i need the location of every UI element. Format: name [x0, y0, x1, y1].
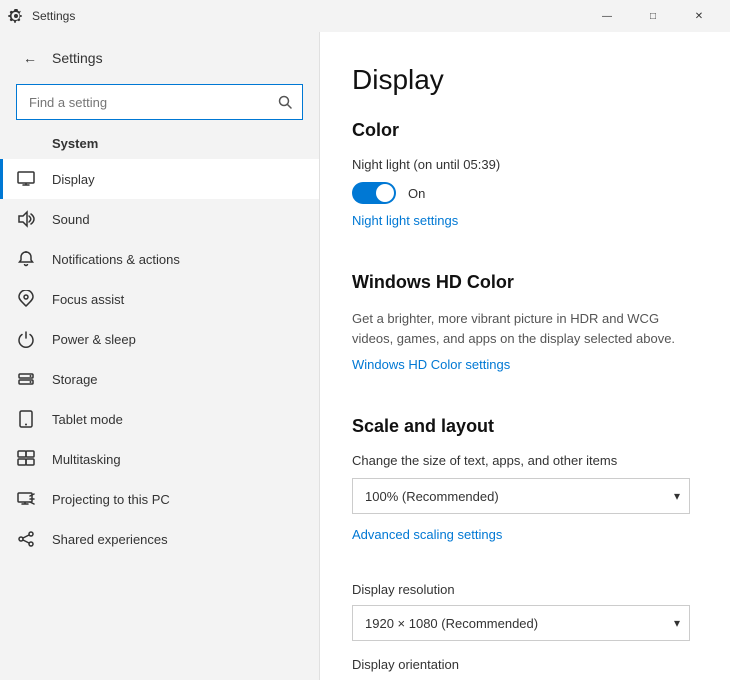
minimize-button[interactable]: — [584, 0, 630, 32]
notifications-icon [16, 249, 36, 269]
search-input[interactable] [16, 84, 303, 120]
advanced-scaling-link[interactable]: Advanced scaling settings [352, 527, 502, 542]
scale-section: Scale and layout Change the size of text… [352, 416, 690, 672]
hd-color-section: Windows HD Color Get a brighter, more vi… [352, 272, 690, 396]
scale-dropdown-container: 100% (Recommended) 125% 150% 175% ▾ [352, 478, 690, 514]
sidebar-item-display[interactable]: Display [0, 159, 319, 199]
sidebar-item-storage[interactable]: Storage [0, 359, 319, 399]
sidebar-item-tablet[interactable]: Tablet mode [0, 399, 319, 439]
sidebar: ← Settings System [0, 32, 320, 680]
storage-icon [16, 369, 36, 389]
sidebar-item-focus[interactable]: Focus assist [0, 279, 319, 319]
night-light-toggle[interactable] [352, 182, 396, 204]
resolution-label: Display resolution [352, 582, 690, 597]
titlebar-left: Settings [8, 8, 75, 24]
maximize-button[interactable]: □ [630, 0, 676, 32]
settings-app-icon [8, 8, 24, 24]
scale-section-title: Scale and layout [352, 416, 690, 437]
resolution-dropdown[interactable]: 1920 × 1080 (Recommended) 1280 × 720 102… [352, 605, 690, 641]
projecting-icon [16, 489, 36, 509]
power-icon [16, 329, 36, 349]
night-light-toggle-label: On [408, 186, 425, 201]
resolution-dropdown-container: 1920 × 1080 (Recommended) 1280 × 720 102… [352, 605, 690, 641]
sidebar-item-storage-label: Storage [52, 372, 98, 387]
sidebar-item-shared[interactable]: Shared experiences [0, 519, 319, 559]
sidebar-app-title: Settings [52, 50, 103, 66]
close-button[interactable]: ✕ [676, 0, 722, 32]
night-light-settings-link[interactable]: Night light settings [352, 213, 458, 228]
tablet-icon [16, 409, 36, 429]
search-button[interactable] [267, 84, 303, 120]
sidebar-item-focus-label: Focus assist [52, 292, 124, 307]
search-box [16, 84, 303, 120]
focus-icon [16, 289, 36, 309]
app-container: ← Settings System [0, 32, 730, 680]
search-icon [278, 95, 292, 109]
sidebar-item-projecting[interactable]: Projecting to this PC [0, 479, 319, 519]
sidebar-item-notifications-label: Notifications & actions [52, 252, 180, 267]
page-title: Display [352, 64, 690, 96]
sidebar-header: ← Settings [0, 32, 319, 80]
titlebar-title: Settings [32, 9, 75, 23]
shared-icon [16, 529, 36, 549]
content-area: Display Color Night light (on until 05:3… [320, 32, 730, 680]
sidebar-item-display-label: Display [52, 172, 95, 187]
sidebar-item-notifications[interactable]: Notifications & actions [0, 239, 319, 279]
content-wrapper: Display Color Night light (on until 05:3… [320, 32, 730, 680]
system-label: System [0, 132, 319, 159]
multitasking-icon [16, 449, 36, 469]
orientation-label: Display orientation [352, 657, 690, 672]
titlebar: Settings — □ ✕ [0, 0, 730, 32]
hd-color-description: Get a brighter, more vibrant picture in … [352, 309, 690, 348]
sound-icon [16, 209, 36, 229]
sidebar-item-power[interactable]: Power & sleep [0, 319, 319, 359]
sidebar-item-shared-label: Shared experiences [52, 532, 168, 547]
hd-color-title: Windows HD Color [352, 272, 690, 293]
sidebar-item-tablet-label: Tablet mode [52, 412, 123, 427]
sidebar-item-projecting-label: Projecting to this PC [52, 492, 170, 507]
night-light-label: Night light (on until 05:39) [352, 157, 690, 172]
sidebar-item-multitasking-label: Multitasking [52, 452, 121, 467]
titlebar-controls: — □ ✕ [584, 0, 722, 32]
color-section: Color Night light (on until 05:39) On Ni… [352, 120, 690, 252]
sidebar-item-multitasking[interactable]: Multitasking [0, 439, 319, 479]
sidebar-nav: Display Sound [0, 159, 319, 559]
sidebar-item-sound[interactable]: Sound [0, 199, 319, 239]
change-size-label: Change the size of text, apps, and other… [352, 453, 690, 468]
display-icon [16, 169, 36, 189]
night-light-toggle-row: On [352, 182, 690, 204]
color-section-title: Color [352, 120, 690, 141]
scale-dropdown[interactable]: 100% (Recommended) 125% 150% 175% [352, 478, 690, 514]
sidebar-item-power-label: Power & sleep [52, 332, 136, 347]
sidebar-item-sound-label: Sound [52, 212, 90, 227]
hd-color-settings-link[interactable]: Windows HD Color settings [352, 357, 510, 372]
back-button[interactable]: ← [16, 44, 44, 72]
